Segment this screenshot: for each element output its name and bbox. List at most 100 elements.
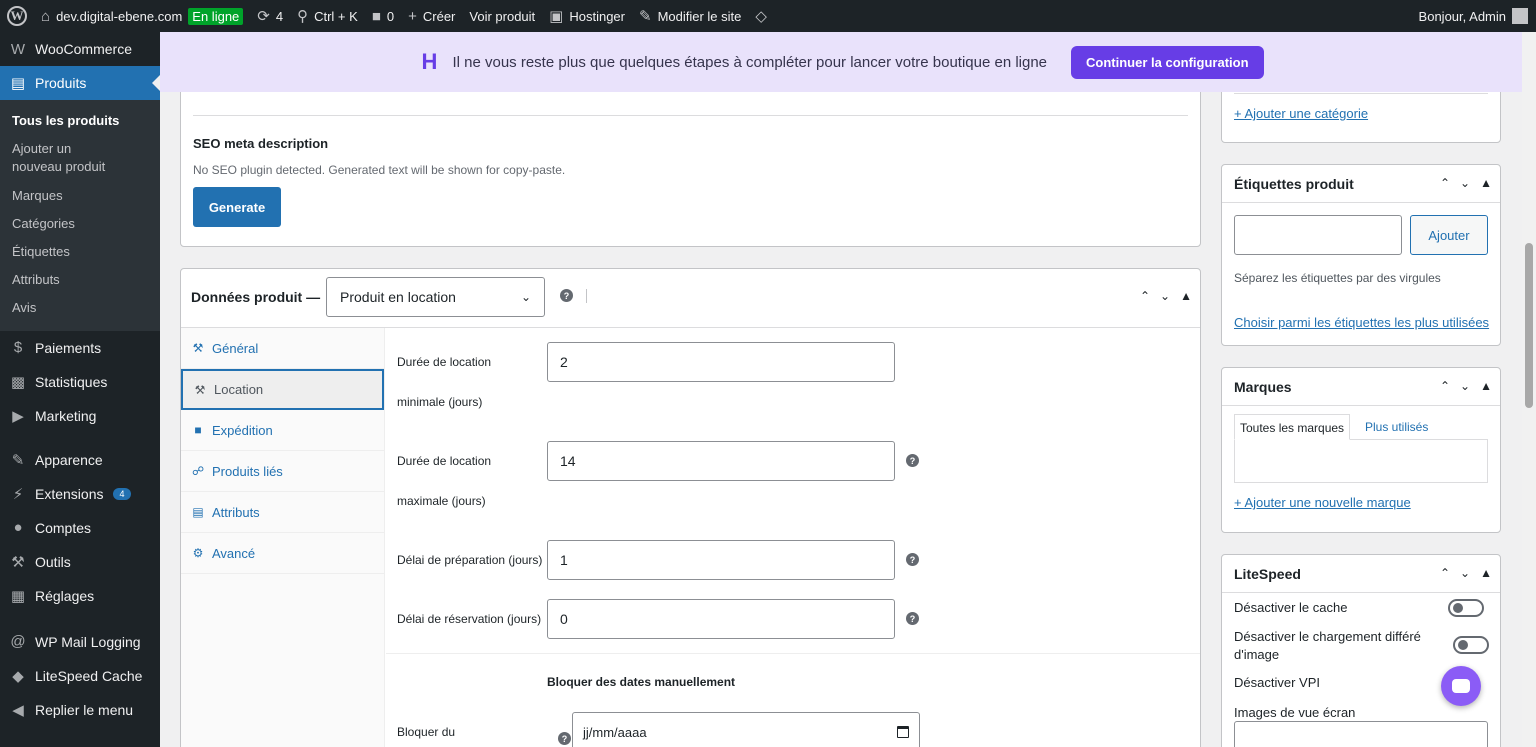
tab-label: Général bbox=[212, 340, 259, 356]
reservation-time-input[interactable]: 0 bbox=[547, 599, 895, 639]
max-duration-input[interactable]: 14 bbox=[547, 441, 895, 481]
move-down-icon[interactable]: ⌄ bbox=[1460, 176, 1470, 190]
tab-location[interactable]: ⚒ Location bbox=[181, 369, 384, 410]
search-menu[interactable]: ⚲ Ctrl + K bbox=[290, 0, 365, 32]
brands-title: Marques bbox=[1234, 379, 1292, 395]
collapse-menu[interactable]: ◀ Replier le menu bbox=[0, 693, 160, 727]
brands-tab-used[interactable]: Plus utilisés bbox=[1365, 414, 1428, 440]
help-icon[interactable]: ? bbox=[906, 553, 919, 566]
scrollbar-thumb[interactable] bbox=[1525, 243, 1533, 408]
submenu-all-products[interactable]: Tous les produits bbox=[0, 107, 160, 135]
disable-lazyload-toggle[interactable] bbox=[1453, 636, 1489, 654]
menu-extensions[interactable]: ⚡ Extensions 4 bbox=[0, 477, 160, 511]
move-down-icon[interactable]: ⌄ bbox=[1160, 289, 1170, 303]
greeting: Bonjour, Admin bbox=[1418, 8, 1506, 24]
chat-icon[interactable] bbox=[1441, 666, 1481, 706]
submenu-add-product[interactable]: Ajouter un nouveau produit bbox=[0, 135, 130, 181]
hostinger-icon: H bbox=[421, 49, 438, 74]
help-icon[interactable]: ? bbox=[906, 454, 919, 467]
tab-linked-products[interactable]: ☍ Produits liés bbox=[181, 451, 384, 492]
date-placeholder: jj/mm/aaaa bbox=[583, 724, 647, 740]
edit-site-link[interactable]: ✎ Modifier le site bbox=[632, 0, 748, 32]
add-brand-link[interactable]: + Ajouter une nouvelle marque bbox=[1234, 495, 1411, 510]
move-down-icon[interactable]: ⌄ bbox=[1460, 566, 1470, 580]
litespeed-box: LiteSpeed ⌃ ⌄ ▲ Désactiver le cache Désa… bbox=[1221, 554, 1501, 747]
diamond-icon: ◇ bbox=[755, 7, 767, 25]
menu-accounts[interactable]: ● Comptes bbox=[0, 511, 160, 545]
product-data-header: Données produit — Produit en location ⌄ … bbox=[181, 269, 1200, 328]
brands-list[interactable] bbox=[1234, 439, 1488, 483]
wrench-icon: ⚒ bbox=[194, 382, 206, 397]
tab-advanced[interactable]: ⚙ Avancé bbox=[181, 533, 384, 574]
disable-cache-toggle[interactable] bbox=[1448, 599, 1484, 617]
move-up-icon[interactable]: ⌃ bbox=[1140, 289, 1150, 303]
submenu-categories[interactable]: Catégories bbox=[0, 210, 160, 238]
tab-label: Expédition bbox=[212, 422, 273, 438]
help-icon[interactable]: ? bbox=[558, 732, 571, 745]
menu-marketing[interactable]: ▶ Marketing bbox=[0, 399, 160, 433]
menu-settings[interactable]: ▦ Réglages bbox=[0, 579, 160, 613]
viewport-images-input[interactable] bbox=[1234, 721, 1488, 747]
calendar-icon[interactable] bbox=[897, 726, 909, 738]
menu-woocommerce[interactable]: W WooCommerce bbox=[0, 32, 160, 66]
at-icon: @ bbox=[10, 633, 26, 650]
site-name-menu[interactable]: ⌂ dev.digital-ebene.com En ligne bbox=[34, 0, 250, 32]
dollar-icon: $ bbox=[13, 339, 23, 356]
brands-tab-all[interactable]: Toutes les marques bbox=[1234, 414, 1351, 440]
block-from-date-input[interactable]: jj/mm/aaaa bbox=[572, 712, 920, 747]
move-up-icon[interactable]: ⌃ bbox=[1440, 379, 1450, 393]
hostinger-icon: ▣ bbox=[549, 7, 564, 25]
updates-menu[interactable]: ⟳ 4 bbox=[250, 0, 290, 32]
submenu-reviews[interactable]: Avis bbox=[0, 294, 160, 322]
collapse-icon[interactable]: ▲ bbox=[1480, 176, 1492, 190]
menu-litespeed[interactable]: ◆ LiteSpeed Cache bbox=[0, 659, 160, 693]
disable-cache-label: Désactiver le cache bbox=[1234, 600, 1348, 615]
menu-statistics[interactable]: ▩ Statistiques bbox=[0, 365, 160, 399]
generate-button[interactable]: Generate bbox=[193, 187, 281, 227]
submenu-attributes[interactable]: Attributs bbox=[0, 266, 160, 294]
move-up-icon[interactable]: ⌃ bbox=[1440, 176, 1450, 190]
location-fields: Durée de location minimale (jours) 2 Dur… bbox=[386, 328, 1200, 747]
choose-tags-link[interactable]: Choisir parmi les étiquettes les plus ut… bbox=[1234, 315, 1489, 330]
submenu-brands[interactable]: Marques bbox=[0, 182, 160, 210]
view-product-link[interactable]: Voir produit bbox=[462, 0, 542, 32]
collapse-icon[interactable]: ▲ bbox=[1180, 289, 1192, 303]
wordpress-icon: W bbox=[7, 6, 27, 26]
min-duration-input[interactable]: 2 bbox=[547, 342, 895, 382]
help-icon[interactable]: ? bbox=[906, 612, 919, 625]
move-down-icon[interactable]: ⌄ bbox=[1460, 379, 1470, 393]
new-content-menu[interactable]: + Créer bbox=[401, 0, 462, 32]
litespeed-menu[interactable]: ◇ bbox=[748, 0, 774, 32]
continue-setup-button[interactable]: Continuer la configuration bbox=[1071, 45, 1264, 79]
tags-hint: Séparez les étiquettes par des virgules bbox=[1234, 271, 1441, 285]
help-icon[interactable]: ? bbox=[560, 289, 573, 302]
tab-attributes[interactable]: ▤ Attributs bbox=[181, 492, 384, 533]
menu-payments[interactable]: $ Paiements bbox=[0, 331, 160, 365]
comments-menu[interactable]: ■ 0 bbox=[365, 0, 401, 32]
add-tag-button[interactable]: Ajouter bbox=[1410, 215, 1488, 255]
list-icon: ▤ bbox=[192, 505, 204, 519]
menu-tools[interactable]: ⚒ Outils bbox=[0, 545, 160, 579]
my-account-menu[interactable]: Bonjour, Admin bbox=[1412, 0, 1536, 32]
wp-logo-menu[interactable]: W bbox=[0, 0, 34, 32]
prep-time-input[interactable]: 1 bbox=[547, 540, 895, 580]
hostinger-menu[interactable]: ▣ Hostinger bbox=[542, 0, 632, 32]
add-category-link[interactable]: + Ajouter une catégorie bbox=[1234, 106, 1368, 121]
tags-title: Étiquettes produit bbox=[1234, 176, 1354, 192]
menu-products[interactable]: ▤ Produits bbox=[0, 66, 160, 100]
collapse-icon: ◀ bbox=[12, 701, 24, 719]
move-up-icon[interactable]: ⌃ bbox=[1440, 566, 1450, 580]
product-type-select[interactable]: Produit en location ⌄ bbox=[326, 277, 545, 317]
tab-general[interactable]: ⚒ Général bbox=[181, 328, 384, 369]
tab-shipping[interactable]: ■ Expédition bbox=[181, 410, 384, 451]
divider bbox=[193, 115, 1188, 116]
menu-label: WP Mail Logging bbox=[35, 633, 141, 650]
menu-mail-logging[interactable]: @ WP Mail Logging bbox=[0, 625, 160, 659]
collapse-icon[interactable]: ▲ bbox=[1480, 566, 1492, 580]
submenu-tags[interactable]: Étiquettes bbox=[0, 238, 160, 266]
tags-input[interactable] bbox=[1234, 215, 1402, 255]
tab-label: Avancé bbox=[212, 545, 256, 561]
menu-appearance[interactable]: ✎ Apparence bbox=[0, 443, 160, 477]
menu-label: Comptes bbox=[35, 519, 92, 536]
collapse-icon[interactable]: ▲ bbox=[1480, 379, 1492, 393]
